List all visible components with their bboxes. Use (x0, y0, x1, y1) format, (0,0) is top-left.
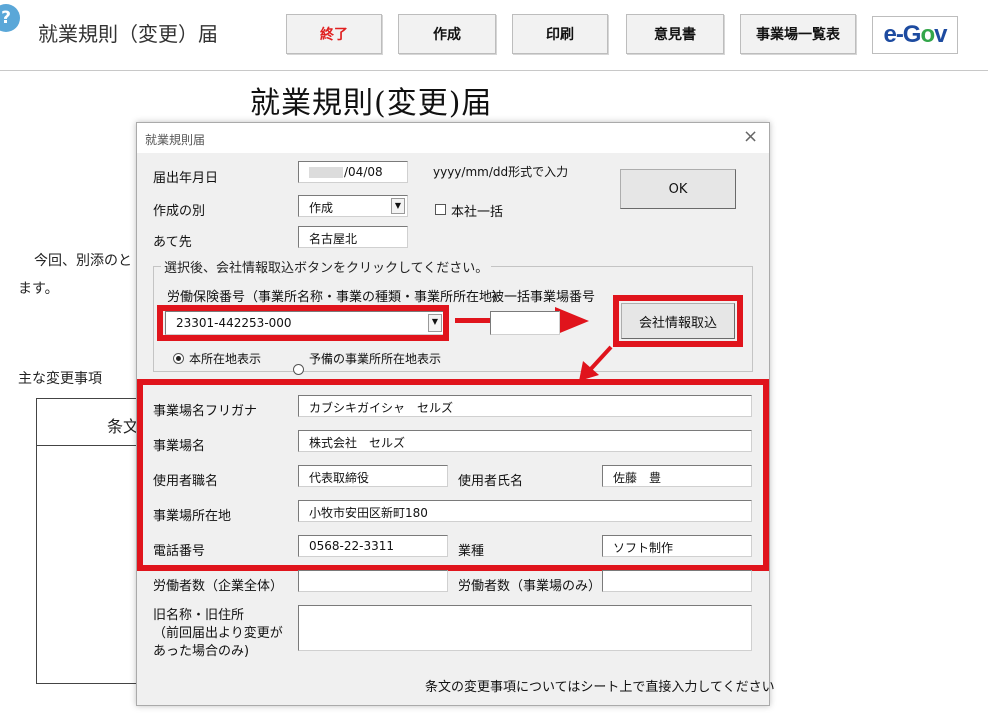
addressee-value: 名古屋北 (309, 232, 358, 246)
bulk-site-number-label: 被一括事業場番号 (491, 290, 596, 305)
submit-date-label: 届出年月日 (153, 171, 219, 186)
submit-date-value: /04/08 (344, 165, 383, 179)
frame-caption: 選択後、会社情報取込ボタンをクリックしてください。 (161, 257, 492, 276)
create-button[interactable]: 作成 (398, 14, 496, 54)
site-address-field[interactable]: 小牧市安田区新町180 (298, 500, 752, 522)
main-changes-label: 主な変更事項 (18, 371, 102, 387)
insurance-number-highlight (157, 305, 449, 341)
reserve-location-label: 予備の事業所所在地表示 (309, 352, 442, 366)
head-office-bulk-label: 本社一括 (451, 205, 504, 220)
site-kana-label: 事業場名フリガナ (153, 404, 258, 419)
employer-name-field[interactable]: 佐藤 豊 (602, 465, 752, 487)
creation-type-value: 作成 (309, 201, 334, 215)
creation-type-label: 作成の別 (153, 204, 206, 219)
industry-value: ソフト制作 (613, 541, 674, 555)
chevron-down-icon[interactable]: ▼ (391, 198, 405, 214)
addressee-label: あて先 (153, 235, 192, 250)
document-body-line-2: ます。 (18, 281, 59, 297)
egov-logo: e-Gov (883, 21, 947, 48)
table-header-article: 条文 (107, 417, 140, 436)
dialog-title: 就業規則届 (145, 133, 206, 147)
help-icon[interactable]: ? (0, 4, 20, 32)
creation-type-select[interactable]: 作成 ▼ (298, 195, 408, 217)
submit-date-field[interactable]: /04/08 (298, 161, 408, 183)
employer-title-label: 使用者職名 (153, 474, 219, 489)
close-icon[interactable]: × (743, 126, 758, 147)
insurance-number-label: 労働保険番号（事業所名称・事業の種類・事業所所在地） (167, 290, 506, 305)
opinion-button[interactable]: 意見書 (626, 14, 724, 54)
site-kana-value: カブシキガイシャ セルズ (309, 401, 454, 415)
redacted-year (309, 167, 343, 178)
end-button[interactable]: 終了 (286, 14, 382, 54)
document-title: 就業規則(変更)届 (250, 86, 493, 121)
old-name-textarea[interactable] (298, 605, 752, 651)
phone-label: 電話番号 (153, 544, 206, 559)
workers-site-field[interactable] (602, 570, 752, 592)
old-name-label-line-3: あった場合のみ) (153, 644, 250, 659)
employer-title-field[interactable]: 代表取締役 (298, 465, 448, 487)
workers-company-label: 労働者数（企業全体） (153, 579, 284, 594)
site-list-button[interactable]: 事業場一覧表 (740, 14, 856, 54)
site-address-label: 事業場所在地 (153, 509, 232, 524)
employer-title-value: 代表取締役 (309, 471, 370, 485)
footer-note: 条文の変更事項についてはシート上で直接入力してください (425, 680, 775, 695)
arrow-down-left-icon (579, 345, 613, 381)
ok-button[interactable]: OK (620, 169, 736, 209)
old-name-label-line-2: （前回届出より変更が (153, 626, 283, 641)
addressee-field[interactable]: 名古屋北 (298, 226, 408, 248)
old-name-label-line-1: 旧名称・旧住所 (153, 608, 245, 623)
workers-site-label: 労働者数（事業場のみ） (458, 579, 602, 594)
main-location-label: 本所在地表示 (189, 352, 262, 366)
site-address-value: 小牧市安田区新町180 (309, 506, 428, 520)
industry-label: 業種 (458, 544, 485, 559)
import-button-highlight (613, 295, 743, 347)
site-name-field[interactable]: 株式会社 セルズ (298, 430, 752, 452)
phone-field[interactable]: 0568-22-3311 (298, 535, 448, 557)
site-kana-field[interactable]: カブシキガイシャ セルズ (298, 395, 752, 417)
sheet-title: 就業規則（変更）届 (38, 22, 218, 46)
arrow-right-icon (555, 307, 589, 335)
industry-field[interactable]: ソフト制作 (602, 535, 752, 557)
employer-name-label: 使用者氏名 (458, 474, 524, 489)
changes-table: 条文 (36, 398, 146, 684)
site-name-label: 事業場名 (153, 439, 206, 454)
document-body-line-1: 今回、別添のと (34, 253, 132, 269)
main-location-radio[interactable] (173, 353, 184, 364)
print-button[interactable]: 印刷 (512, 14, 608, 54)
phone-value: 0568-22-3311 (309, 539, 395, 553)
toolbar-divider (0, 70, 988, 71)
reserve-location-radio[interactable] (293, 364, 304, 375)
employer-name-value: 佐藤 豊 (613, 471, 662, 485)
workers-company-field[interactable] (298, 570, 448, 592)
head-office-bulk-checkbox[interactable] (435, 204, 446, 215)
table-divider (37, 445, 145, 446)
site-name-value: 株式会社 セルズ (309, 436, 406, 450)
bulk-site-number-field[interactable] (490, 311, 560, 335)
dialog-titlebar (137, 123, 769, 153)
egov-logo-button[interactable]: e-Gov (872, 16, 958, 54)
old-name-label: 旧名称・旧住所 （前回届出より変更が あった場合のみ) (153, 607, 283, 661)
submit-date-hint: yyyy/mm/dd形式で入力 (433, 165, 569, 179)
work-rules-dialog: 就業規則届 × 届出年月日 /04/08 yyyy/mm/dd形式で入力 OK … (136, 122, 775, 706)
